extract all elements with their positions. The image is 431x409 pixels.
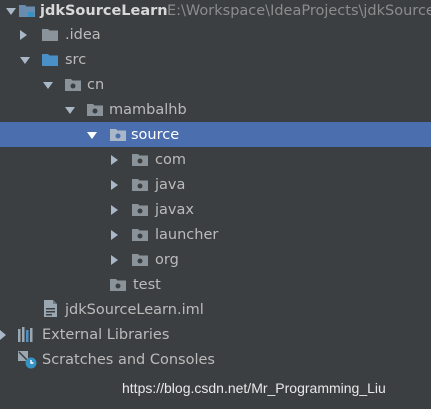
collapse-arrow-icon[interactable]	[111, 179, 118, 190]
tree-row-cn[interactable]: cn	[0, 72, 431, 97]
expand-arrow-icon[interactable]	[43, 81, 53, 89]
collapse-arrow-icon[interactable]	[20, 29, 27, 40]
source-folder-icon	[42, 54, 58, 66]
package-folder-icon	[110, 279, 126, 291]
tree-item-label: .idea	[65, 26, 101, 43]
package-folder-icon	[132, 179, 148, 191]
expand-arrow-icon[interactable]	[6, 7, 16, 15]
tree-item-label: launcher	[155, 226, 219, 243]
tree-item-label: mambalhb	[109, 101, 187, 118]
module-folder-icon	[19, 5, 35, 17]
tree-row-idea[interactable]: .idea	[0, 22, 431, 47]
tree-row-test[interactable]: test	[0, 272, 431, 297]
tree-row-com[interactable]: com	[0, 147, 431, 172]
libraries-icon	[18, 327, 33, 342]
tree-item-label: java	[155, 176, 186, 193]
tree-item-label: org	[155, 251, 179, 268]
tree-row-project-root[interactable]: jdkSourceLearn E:\Workspace\IdeaProjects…	[0, 0, 431, 23]
tree-row-mambalhb[interactable]: mambalhb	[0, 97, 431, 122]
tree-row-launcher[interactable]: launcher	[0, 222, 431, 247]
expand-arrow-icon[interactable]	[20, 56, 30, 64]
tree-row-scratches[interactable]: Scratches and Consoles	[0, 347, 431, 372]
iml-file-icon	[44, 300, 57, 317]
tree-item-label: cn	[87, 76, 105, 93]
collapse-arrow-icon[interactable]	[111, 229, 118, 240]
package-folder-icon	[132, 229, 148, 241]
package-folder-icon	[132, 204, 148, 216]
project-name: jdkSourceLearn	[40, 2, 168, 19]
tree-row-src[interactable]: src	[0, 47, 431, 72]
package-folder-icon	[65, 79, 81, 91]
tree-row-source[interactable]: source	[0, 122, 431, 147]
tree-item-label: External Libraries	[42, 326, 170, 343]
tree-row-iml[interactable]: jdkSourceLearn.iml	[0, 297, 431, 322]
collapse-arrow-icon[interactable]	[111, 154, 118, 165]
tree-item-label: com	[155, 151, 186, 168]
expand-arrow-icon[interactable]	[65, 106, 75, 114]
package-folder-icon	[132, 154, 148, 166]
package-folder-icon	[87, 104, 103, 116]
tree-row-java[interactable]: java	[0, 172, 431, 197]
expand-arrow-icon[interactable]	[87, 131, 97, 139]
collapse-arrow-icon[interactable]	[111, 254, 118, 265]
collapse-arrow-icon[interactable]	[111, 204, 118, 215]
tree-item-label: Scratches and Consoles	[42, 351, 215, 368]
watermark-text: https://blog.csdn.net/Mr_Programming_Liu	[122, 380, 386, 396]
project-path: E:\Workspace\IdeaProjects\jdkSource	[167, 2, 431, 19]
folder-icon	[42, 29, 58, 41]
tree-row-org[interactable]: org	[0, 247, 431, 272]
tree-item-label: javax	[155, 201, 194, 218]
tree-row-javax[interactable]: javax	[0, 197, 431, 222]
scratches-icon	[18, 351, 37, 369]
tree-item-label: jdkSourceLearn.iml	[65, 301, 204, 318]
tree-item-label: source	[131, 126, 180, 143]
package-folder-icon	[110, 129, 126, 141]
tree-row-external-libraries[interactable]: External Libraries	[0, 322, 431, 347]
collapse-arrow-icon[interactable]	[0, 329, 6, 340]
package-folder-icon	[132, 254, 148, 266]
tree-item-label: test	[133, 276, 161, 293]
tree-item-label: src	[65, 51, 87, 68]
